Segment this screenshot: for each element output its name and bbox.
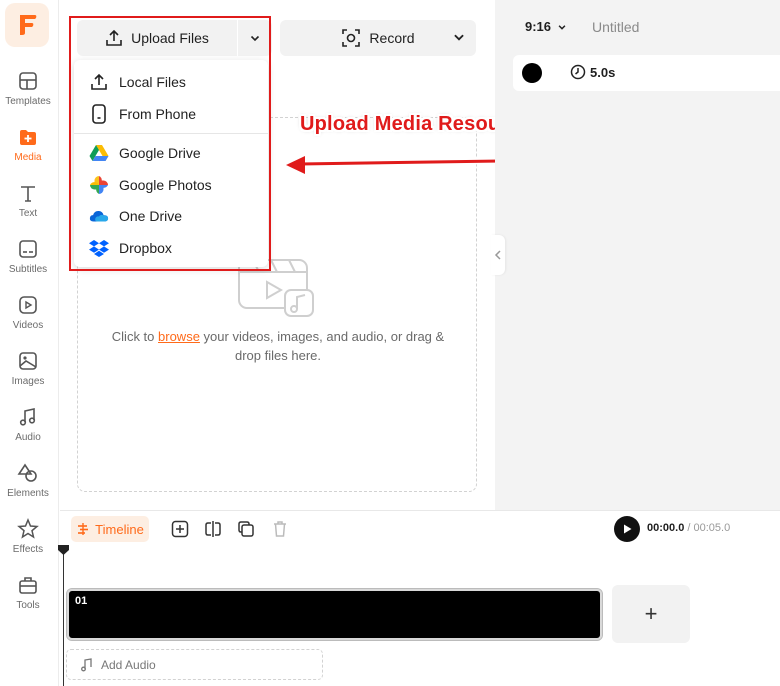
sidebar-item-images[interactable]: Images (0, 350, 56, 398)
scene-duration[interactable]: 5.0s (570, 64, 615, 80)
chevron-down-icon (454, 34, 464, 41)
playhead-handle-icon[interactable] (58, 545, 69, 555)
music-note-icon (81, 657, 92, 671)
timeline-clip[interactable]: 01 (66, 588, 603, 641)
sidebar-item-audio[interactable]: Audio (0, 406, 56, 454)
browse-link[interactable]: browse (158, 329, 200, 344)
sidebar-item-label: Audio (15, 432, 41, 443)
aspect-ratio-value: 9:16 (525, 19, 552, 34)
sidebar-item-label: Videos (12, 320, 44, 331)
aspect-ratio-select[interactable]: 9:16 (525, 19, 567, 34)
add-audio-label: Add Audio (101, 657, 156, 672)
sidebar-item-label: Text (18, 208, 38, 219)
highlight-box (69, 16, 271, 271)
preview-panel: 9:16 Untitled 5.0s (495, 0, 780, 510)
collapse-panel-handle[interactable] (491, 235, 505, 275)
text-icon (21, 186, 35, 202)
left-sidebar: Templates Media Text Subtitles Videos Im… (0, 0, 59, 686)
timeline-panel: Timeline 00:00.0 / 00:05.0 01 + Add Audi… (58, 510, 780, 686)
timeline-tab-label: Timeline (95, 521, 144, 537)
templates-icon (19, 72, 37, 90)
dropzone-text-after: your videos, images, and audio, or drag … (199, 329, 445, 363)
dropzone-text-before: Click to (111, 329, 159, 344)
play-button[interactable] (614, 516, 640, 542)
sidebar-item-label: Subtitles (8, 264, 48, 275)
sidebar-item-label: Media (14, 152, 42, 163)
tools-icon (19, 577, 37, 594)
sidebar-item-subtitles[interactable]: Subtitles (0, 238, 56, 286)
sidebar-item-templates[interactable]: Templates (0, 70, 56, 118)
effects-icon (17, 518, 39, 539)
duration-value: 5.0s (590, 64, 616, 80)
sidebar-item-label: Images (11, 376, 45, 387)
record-label: Record (369, 30, 415, 46)
play-icon (624, 524, 632, 534)
logo-icon (20, 15, 37, 35)
total-time: 00:05.0 (693, 522, 731, 534)
subtitles-icon (19, 240, 37, 258)
sidebar-item-label: Templates (5, 96, 51, 107)
clock-icon (570, 64, 586, 80)
videos-icon (19, 296, 37, 314)
app-logo[interactable] (5, 3, 49, 47)
add-clip-button[interactable]: + (612, 585, 690, 643)
images-icon (19, 352, 37, 370)
add-audio-button[interactable]: Add Audio (66, 649, 323, 680)
split-icon[interactable] (204, 520, 222, 538)
record-icon (342, 29, 361, 47)
timeline-tab[interactable]: Timeline (71, 516, 149, 542)
playback-time: 00:00.0 / 00:05.0 (647, 522, 730, 534)
elements-icon (17, 463, 37, 482)
sidebar-item-tools[interactable]: Tools (0, 574, 56, 622)
project-title[interactable]: Untitled (592, 19, 639, 35)
sidebar-item-label: Effects (12, 544, 44, 555)
chevron-down-icon (558, 24, 566, 30)
timeline-icon (78, 523, 89, 535)
dropzone-instructions: Click to browse your videos, images, and… (108, 327, 448, 365)
clip-label: 01 (75, 595, 88, 607)
sidebar-item-text[interactable]: Text (0, 182, 56, 230)
scene-properties-bar: 5.0s (513, 55, 780, 91)
add-scene-icon[interactable] (171, 520, 189, 538)
audio-icon (19, 408, 36, 426)
sidebar-item-videos[interactable]: Videos (0, 294, 56, 342)
chevron-left-icon (494, 250, 501, 260)
sidebar-item-label: Tools (16, 600, 40, 611)
background-color-swatch[interactable] (522, 63, 542, 83)
sidebar-item-effects[interactable]: Effects (0, 518, 56, 566)
record-dropdown-toggle[interactable] (452, 30, 466, 49)
record-button[interactable]: Record (280, 20, 476, 56)
current-time: 00:00.0 (647, 522, 685, 534)
sidebar-item-elements[interactable]: Elements (0, 462, 56, 510)
duplicate-icon[interactable] (237, 520, 255, 538)
record-main[interactable]: Record (280, 20, 476, 56)
media-icon (20, 130, 36, 145)
delete-icon[interactable] (271, 520, 289, 538)
sidebar-item-media[interactable]: Media (0, 126, 56, 174)
playhead[interactable] (63, 545, 64, 686)
sidebar-item-label: Elements (7, 488, 49, 499)
